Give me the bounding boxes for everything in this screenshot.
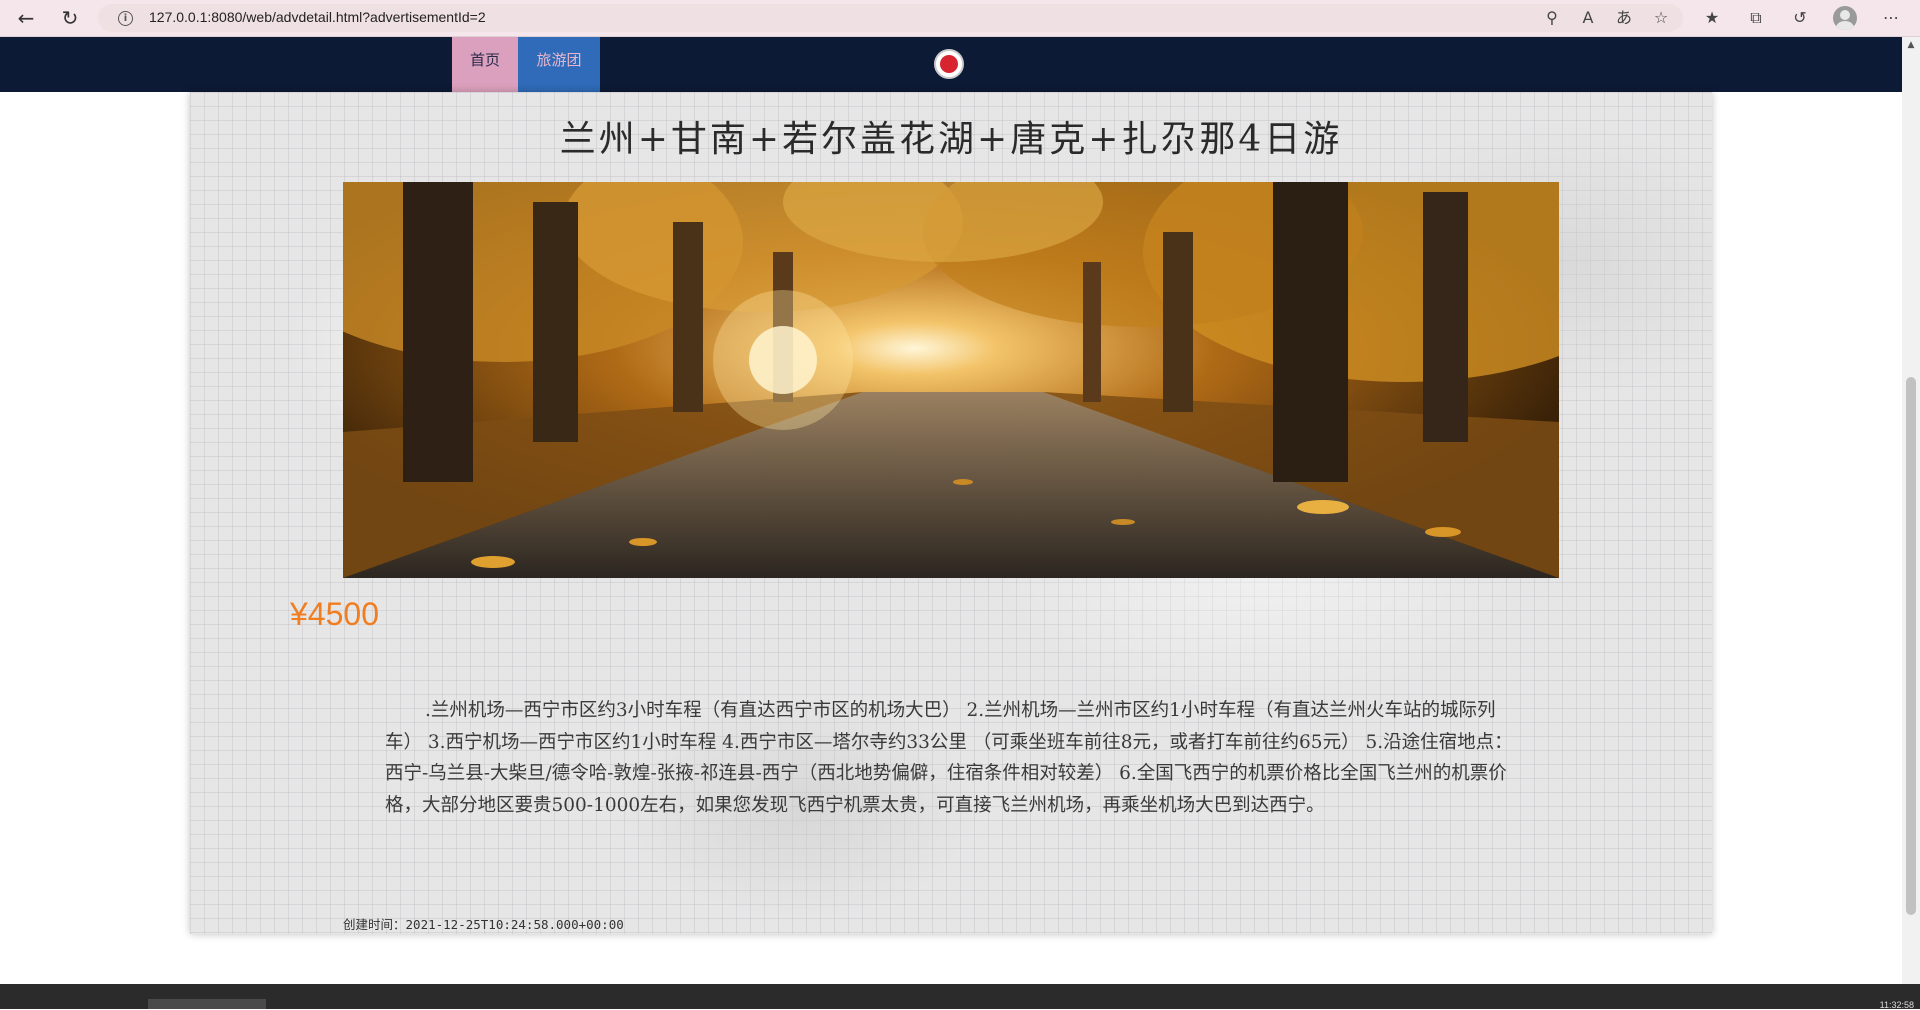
profile-avatar-icon[interactable]	[1833, 6, 1857, 30]
advertisement-title: 兰州+甘南+若尔盖花湖+唐克+扎尕那4日游	[559, 119, 1343, 160]
more-menu-icon[interactable]: ⋯	[1880, 7, 1902, 29]
page-scrollbar[interactable]: ▲ ▼	[1902, 37, 1920, 997]
url-text[interactable]: 127.0.0.1:8080/web/advdetail.html?advert…	[149, 9, 486, 25]
record-icon[interactable]	[934, 49, 964, 79]
add-favorite-icon[interactable]: ☆	[1650, 7, 1672, 29]
history-icon[interactable]: ↺	[1789, 7, 1811, 29]
translate-icon[interactable]: あ	[1613, 7, 1635, 29]
advertisement-image	[343, 182, 1559, 578]
refresh-icon[interactable]: ↻	[58, 6, 82, 30]
nav-home-link[interactable]: 首页	[452, 37, 518, 92]
nav-tour-group-link[interactable]: 旅游团	[518, 37, 600, 92]
created-time-label: 创建时间：	[343, 917, 406, 932]
advertisement-description: .兰州机场—西宁市区约3小时车程（有直达西宁市区的机场大巴） 2.兰州机场—兰州…	[385, 700, 1513, 816]
back-arrow-icon[interactable]: ←	[14, 6, 38, 30]
scroll-thumb[interactable]	[1906, 377, 1916, 915]
taskbar-app-button[interactable]	[148, 999, 266, 1009]
taskbar: 11:32:58	[0, 984, 1920, 1010]
read-aloud-label: A	[1582, 8, 1594, 27]
price-label: ¥4500	[290, 596, 379, 632]
site-navbar: 首页 旅游团	[0, 37, 1902, 92]
browser-toolbar: ← ↻ i 127.0.0.1:8080/web/advdetail.html?…	[0, 0, 1920, 37]
favorites-icon[interactable]: ★	[1701, 7, 1723, 29]
created-time-value: 2021-12-25T10:24:58.000+00:00	[405, 917, 624, 932]
created-time: 创建时间：2021-12-25T10:24:58.000+00:00	[343, 914, 624, 933]
collections-icon[interactable]: ⧉	[1745, 7, 1767, 29]
translate-label: あ	[1615, 8, 1632, 27]
read-aloud-icon[interactable]: A	[1577, 7, 1599, 29]
advertisement-card: 兰州+甘南+若尔盖花湖+唐克+扎尕那4日游 ¥4500 .兰州机场—西宁市区约3…	[190, 92, 1712, 934]
key-icon[interactable]: ⚲	[1541, 7, 1563, 29]
scroll-up-icon[interactable]: ▲	[1902, 37, 1920, 53]
site-info-icon[interactable]: i	[118, 11, 133, 26]
